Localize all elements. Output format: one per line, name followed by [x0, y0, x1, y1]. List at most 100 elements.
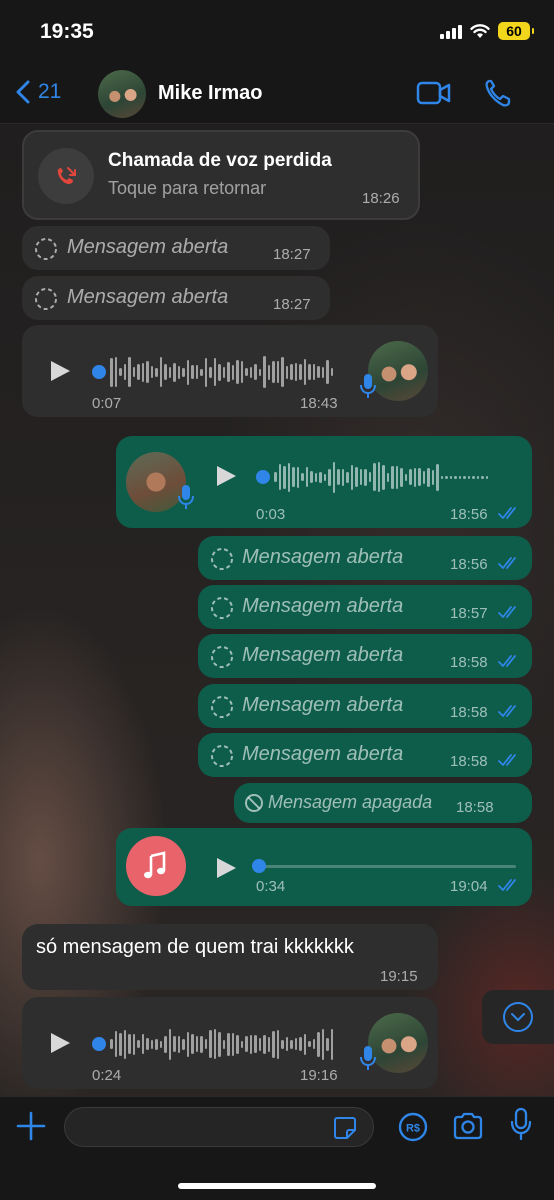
waveform-bar	[164, 1035, 167, 1053]
waveform-bar	[128, 357, 131, 387]
voice-message-bubble[interactable]: 0:24 19:16	[22, 997, 438, 1089]
waveform-bar	[168, 366, 171, 378]
play-icon[interactable]	[48, 1031, 72, 1055]
read-ticks-icon	[498, 507, 516, 519]
waveform-bar	[328, 468, 331, 486]
message-text: Mensagem aberta	[242, 595, 404, 617]
contact-name[interactable]: Mike Irmao	[158, 82, 262, 105]
playback-position[interactable]	[92, 365, 106, 379]
play-icon[interactable]	[48, 359, 72, 383]
waveform-bar	[299, 364, 302, 380]
waveform-bar	[350, 464, 353, 490]
timestamp: 18:27	[273, 246, 311, 263]
opened-message-bubble[interactable]: Mensagem aberta 18:27	[22, 226, 330, 270]
waveform-bar	[294, 1038, 297, 1050]
status-time: 19:35	[40, 20, 94, 43]
opened-message-bubble[interactable]: Mensagem aberta 18:58	[198, 684, 532, 728]
waveform-bar	[119, 1032, 122, 1056]
voice-message-bubble[interactable]: 0:03 18:56	[116, 436, 532, 528]
pix-icon[interactable]: R$	[397, 1111, 429, 1143]
deleted-message-bubble[interactable]: Mensagem apagada 18:58	[234, 783, 532, 823]
waveform-bar	[132, 1033, 135, 1055]
play-icon[interactable]	[214, 464, 238, 488]
waveform-bar	[290, 1039, 293, 1049]
waveform-bar	[294, 363, 297, 381]
waveform[interactable]	[110, 1027, 333, 1061]
waveform-bar	[227, 1032, 230, 1056]
mic-icon[interactable]	[510, 1107, 532, 1141]
waveform-bar	[236, 1034, 239, 1054]
camera-icon[interactable]	[452, 1112, 484, 1140]
view-once-icon	[35, 288, 57, 310]
back-button[interactable]: 21	[16, 80, 61, 104]
waveform-bar	[364, 468, 367, 486]
waveform-bar	[308, 1041, 311, 1047]
opened-message-bubble[interactable]: Mensagem aberta 18:56	[198, 536, 532, 580]
waveform-bar	[182, 367, 185, 377]
waveform-bar	[299, 1037, 302, 1051]
waveform-bar	[249, 366, 252, 378]
waveform-bar	[287, 462, 290, 492]
message-text: Mensagem aberta	[67, 236, 229, 258]
timestamp: 19:15	[380, 968, 418, 985]
waveform-bar	[119, 368, 122, 376]
audio-message-bubble[interactable]: 0:34 19:04	[116, 828, 532, 906]
avatar[interactable]	[98, 70, 146, 118]
waveform-bar	[317, 1031, 320, 1057]
message-text: Mensagem aberta	[242, 644, 404, 666]
phone-icon[interactable]	[484, 78, 512, 108]
message-text: Mensagem apagada	[268, 792, 433, 812]
waveform-bar	[200, 1035, 203, 1053]
progress-track[interactable]	[256, 865, 516, 868]
waveform[interactable]	[274, 460, 488, 494]
opened-message-bubble[interactable]: Mensagem aberta 18:58	[198, 733, 532, 777]
waveform-bar	[285, 365, 288, 379]
waveform-bar	[305, 467, 308, 487]
waveform-bar	[312, 364, 315, 380]
sender-avatar	[368, 1013, 428, 1073]
voice-message-bubble[interactable]: 0:07 18:43	[22, 325, 438, 417]
waveform-bar	[296, 466, 299, 488]
timestamp: 18:58	[450, 654, 488, 671]
waveform-bar	[431, 469, 434, 485]
waveform-bar	[395, 465, 398, 489]
opened-message-bubble[interactable]: Mensagem aberta 18:27	[22, 276, 330, 320]
waveform-bar	[317, 366, 320, 378]
playback-position[interactable]	[92, 1037, 106, 1051]
playback-position[interactable]	[256, 470, 270, 484]
waveform-bar	[110, 1039, 113, 1049]
waveform-bar	[285, 1037, 288, 1051]
playback-position[interactable]	[252, 859, 266, 873]
opened-message-bubble[interactable]: Mensagem aberta 18:58	[198, 634, 532, 678]
waveform-bar	[123, 364, 126, 380]
timestamp: 18:27	[273, 296, 311, 313]
sticker-icon[interactable]	[333, 1116, 357, 1140]
waveform-bar	[346, 471, 349, 483]
waveform-bar	[209, 366, 212, 378]
waveform-bar	[332, 461, 335, 493]
play-icon[interactable]	[214, 856, 238, 880]
waveform-bar	[218, 1031, 221, 1057]
waveform-bar	[400, 467, 403, 487]
scroll-to-bottom-button[interactable]	[482, 990, 554, 1044]
timestamp: 18:58	[450, 753, 488, 770]
waveform-bar	[227, 362, 230, 382]
waveform[interactable]	[110, 355, 333, 389]
timestamp: 19:16	[300, 1067, 338, 1084]
missed-call-bubble[interactable]: Chamada de voz perdida Toque para retorn…	[22, 130, 420, 220]
video-call-icon[interactable]	[416, 80, 452, 106]
mic-icon	[178, 485, 194, 509]
waveform-bar	[132, 367, 135, 377]
opened-message-bubble[interactable]: Mensagem aberta 18:57	[198, 585, 532, 629]
read-ticks-icon	[498, 655, 516, 667]
text-message-bubble[interactable]: só mensagem de quem trai kkkkkkk 19:15	[22, 924, 438, 990]
plus-icon[interactable]	[16, 1111, 46, 1141]
waveform-bar	[290, 364, 293, 380]
message-input[interactable]	[64, 1107, 374, 1147]
battery-indicator: 60	[498, 22, 534, 40]
missed-call-subtitle: Toque para retornar	[108, 178, 267, 198]
status-bar: 19:35 60	[0, 0, 554, 62]
waveform-bar	[355, 467, 358, 487]
waveform-bar	[173, 362, 176, 382]
waveform-bar	[436, 463, 439, 491]
